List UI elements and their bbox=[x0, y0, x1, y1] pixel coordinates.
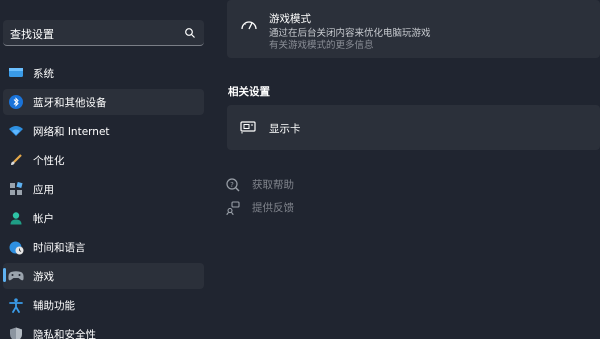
get-help-label: 获取帮助 bbox=[252, 179, 294, 191]
related-settings-heading: 相关设置 bbox=[228, 86, 270, 98]
brush-icon bbox=[8, 152, 24, 168]
sidebar-item-system[interactable]: 系统 bbox=[3, 60, 204, 86]
sidebar: 查找设置 系统 蓝牙和其他设备 网络和 Internet 个性化 应用 帐户 时… bbox=[0, 0, 210, 339]
game-mode-title: 游戏模式 bbox=[269, 13, 311, 25]
sidebar-item-accessibility[interactable]: 辅助功能 bbox=[3, 292, 204, 318]
give-feedback-link[interactable]: 提供反馈 bbox=[226, 200, 294, 215]
sidebar-item-label: 隐私和安全性 bbox=[33, 328, 96, 339]
accessibility-icon bbox=[8, 297, 24, 313]
sidebar-item-label: 辅助功能 bbox=[33, 299, 75, 312]
sidebar-item-apps[interactable]: 应用 bbox=[3, 176, 204, 202]
sidebar-item-label: 应用 bbox=[33, 183, 54, 196]
search-input[interactable]: 查找设置 bbox=[10, 26, 54, 42]
sidebar-item-label: 帐户 bbox=[33, 212, 54, 225]
selection-indicator bbox=[3, 268, 6, 282]
svg-text:?: ? bbox=[230, 181, 234, 189]
speedometer-icon bbox=[241, 21, 257, 30]
give-feedback-label: 提供反馈 bbox=[252, 202, 294, 214]
sidebar-item-privacy[interactable]: 隐私和安全性 bbox=[3, 321, 204, 339]
bluetooth-icon bbox=[8, 94, 24, 110]
game-mode-card[interactable]: 游戏模式 通过在后台关闭内容来优化电脑玩游戏 有关游戏模式的更多信息 bbox=[227, 0, 600, 58]
gamepad-icon bbox=[8, 268, 24, 284]
sidebar-item-label: 个性化 bbox=[33, 154, 65, 167]
game-mode-learn-more: 有关游戏模式的更多信息 bbox=[269, 40, 374, 51]
sidebar-item-time-language[interactable]: 时间和语言 bbox=[3, 234, 204, 260]
sidebar-item-personalization[interactable]: 个性化 bbox=[3, 147, 204, 173]
wifi-icon bbox=[8, 123, 24, 139]
graphics-card-label: 显示卡 bbox=[269, 123, 301, 135]
graphics-card-icon bbox=[240, 121, 256, 134]
help-icon: ? bbox=[226, 177, 240, 191]
search-box[interactable]: 查找设置 bbox=[3, 20, 204, 46]
sidebar-item-accounts[interactable]: 帐户 bbox=[3, 205, 204, 231]
feedback-icon bbox=[226, 200, 240, 215]
account-icon bbox=[8, 210, 24, 226]
monitor-icon bbox=[8, 65, 24, 81]
sidebar-item-bluetooth[interactable]: 蓝牙和其他设备 bbox=[3, 89, 204, 115]
search-icon[interactable] bbox=[184, 27, 196, 39]
sidebar-item-label: 蓝牙和其他设备 bbox=[33, 96, 107, 109]
get-help-link[interactable]: ? 获取帮助 bbox=[226, 177, 294, 192]
sidebar-item-label: 时间和语言 bbox=[33, 241, 86, 254]
sidebar-item-label: 游戏 bbox=[33, 270, 54, 283]
shield-icon bbox=[8, 326, 24, 339]
sidebar-item-gaming[interactable]: 游戏 bbox=[3, 263, 204, 289]
sidebar-item-label: 网络和 Internet bbox=[33, 125, 110, 138]
sidebar-item-network[interactable]: 网络和 Internet bbox=[3, 118, 204, 144]
apps-icon bbox=[8, 181, 24, 197]
sidebar-item-label: 系统 bbox=[33, 67, 54, 80]
globe-clock-icon bbox=[8, 239, 24, 255]
graphics-card-item[interactable]: 显示卡 bbox=[227, 105, 600, 150]
